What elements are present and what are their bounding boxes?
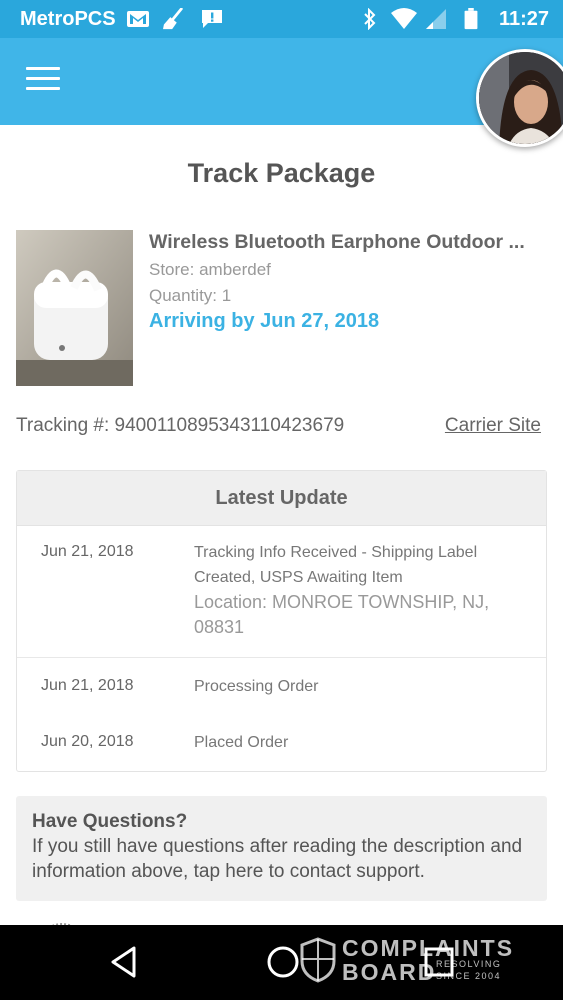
watermark-line-2: BOARD: [342, 959, 437, 985]
navigation-bar: COMPLAINTS BOARD RESOLVING SINCE 2004: [0, 925, 563, 1000]
contact-support-panel[interactable]: Have Questions? If you still have questi…: [16, 796, 547, 901]
page-title: Track Package: [187, 158, 376, 188]
tracking-number: Tracking #: 9400110895343110423679: [16, 415, 345, 436]
hamburger-menu-icon[interactable]: [26, 67, 60, 97]
product-image: [16, 230, 133, 386]
home-icon[interactable]: [266, 945, 300, 979]
product-name[interactable]: Wireless Bluetooth Earphone Outdoor ...: [149, 231, 549, 254]
product-quantity: Quantity: 1: [149, 286, 232, 305]
watermark-tagline-1: RESOLVING: [436, 959, 502, 969]
alert-message-icon: [202, 10, 222, 28]
carrier-site-link[interactable]: Carrier Site: [445, 415, 541, 437]
product-store: Store: amberdef: [149, 260, 271, 279]
questions-body: If you still have questions after readin…: [32, 836, 523, 882]
wifi-icon: [391, 8, 417, 29]
update-text: Placed Order: [194, 734, 289, 751]
shield-logo-icon: [300, 937, 336, 983]
update-text: Processing Order: [194, 678, 319, 695]
update-text: Tracking Info Received - Shipping Label …: [194, 544, 478, 586]
broom-icon: [163, 8, 183, 30]
update-date: Jun 21, 2018: [41, 677, 134, 694]
update-date: Jun 21, 2018: [41, 543, 134, 560]
bluetooth-icon: [364, 8, 376, 30]
update-date: Jun 20, 2018: [41, 733, 134, 750]
row-divider: [17, 657, 546, 658]
cell-signal-icon: [426, 9, 446, 29]
watermark-tagline-2: SINCE 2004: [436, 971, 502, 981]
status-bar: MetroPCS 11:27: [0, 0, 563, 38]
questions-title: Have Questions?: [32, 811, 188, 832]
back-icon[interactable]: [108, 945, 140, 979]
battery-icon: [464, 8, 478, 30]
latest-update-card: Latest Update Jun 21, 2018 Tracking Info…: [16, 470, 547, 772]
watermark-line-1: COMPLAINTS: [342, 935, 515, 961]
mail-icon: [127, 11, 149, 27]
update-location: Location: MONROE TOWNSHIP, NJ, 08831: [194, 592, 490, 637]
clock-time: 11:27: [498, 8, 549, 30]
carrier-name: MetroPCS: [20, 8, 116, 30]
arrival-date: Arriving by Jun 27, 2018: [149, 310, 380, 332]
user-avatar[interactable]: [476, 49, 563, 147]
update-description: Tracking Info Received - Shipping Label …: [194, 540, 529, 640]
latest-update-title: Latest Update: [17, 471, 546, 526]
